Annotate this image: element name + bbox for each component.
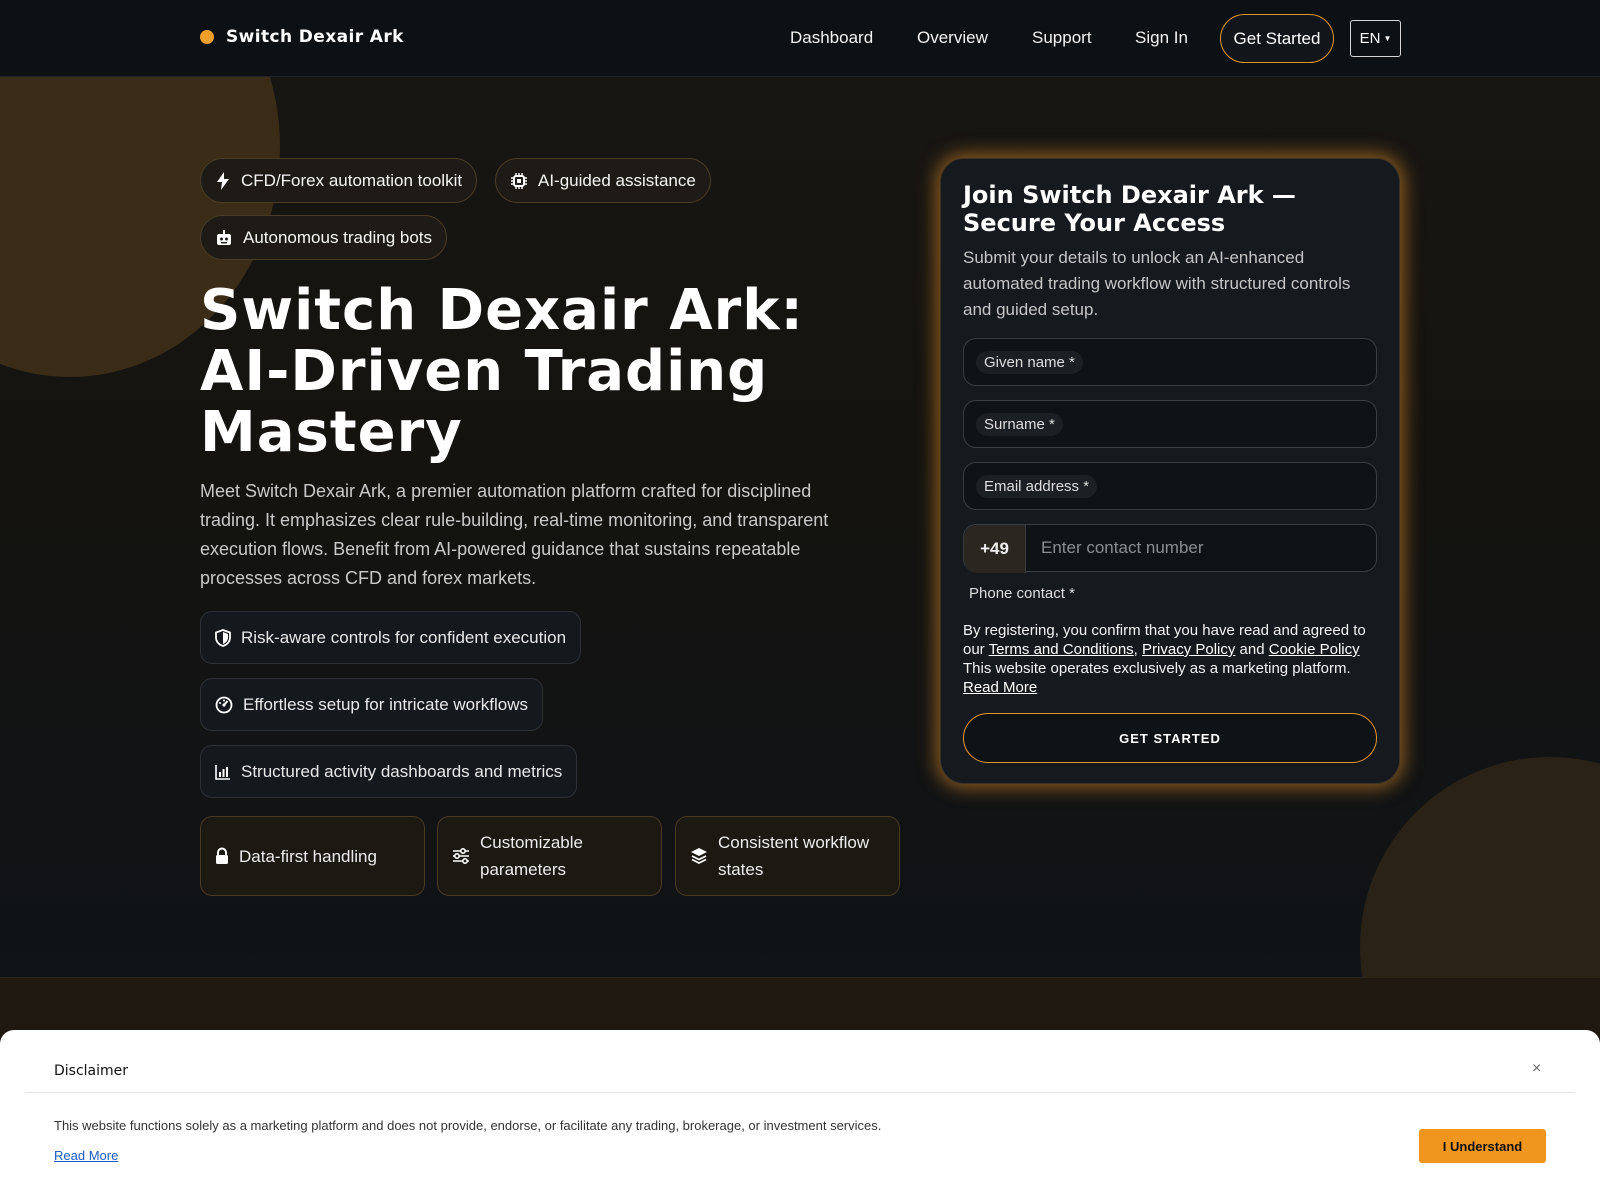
logo-text: Switch Dexair Ark <box>226 27 404 47</box>
sliders-icon <box>453 848 469 864</box>
feature-risk: Risk-aware controls for confident execut… <box>200 611 582 664</box>
nav-sign-in[interactable]: Sign In <box>1135 28 1188 48</box>
logo-dot-icon <box>200 30 214 44</box>
lightning-icon <box>217 171 229 190</box>
email-label: Email address * <box>976 475 1098 498</box>
bar-chart-icon <box>215 764 230 780</box>
given-name-label: Given name * <box>976 351 1083 374</box>
form-submit-button[interactable]: GET STARTED <box>963 713 1377 763</box>
disclaimer-title: Disclaimer <box>54 1063 129 1079</box>
chevron-down-icon: ▼ <box>1383 34 1392 43</box>
badge-ai: AI-guided assistance <box>495 158 711 203</box>
hero-description: Meet Switch Dexair Ark, a premier automa… <box>200 481 829 588</box>
header-get-started-button[interactable]: Get Started <box>1220 14 1334 63</box>
phone-country-code[interactable]: +49 <box>964 525 1026 573</box>
phone-field: +49 <box>963 524 1377 573</box>
privacy-link[interactable]: Privacy Policy <box>1142 641 1235 658</box>
form-title: Join Switch Dexair Ark — Secure Your Acc… <box>963 181 1296 237</box>
terms-link[interactable]: Terms and Conditions <box>989 641 1134 658</box>
logo[interactable]: Switch Dexair Ark <box>200 27 404 47</box>
decorative-circle <box>1360 757 1600 977</box>
nav-dashboard[interactable]: Dashboard <box>790 28 873 48</box>
badge-label: Autonomous trading bots <box>243 227 433 247</box>
email-field[interactable]: Email address * <box>963 462 1377 510</box>
cookie-link[interactable]: Cookie Policy <box>1269 641 1360 658</box>
site-header: Switch Dexair Ark Dashboard Overview Sup… <box>0 0 1600 77</box>
feature-label: Effortless setup for intricate workflows <box>243 694 529 714</box>
feature-label: Structured activity dashboards and metri… <box>241 761 563 781</box>
form-subtitle: Submit your details to unlock an AI-enha… <box>963 248 1351 319</box>
page-title: Switch Dexair Ark: AI-Driven Trading Mas… <box>200 278 804 465</box>
close-icon[interactable]: × <box>1532 1060 1541 1078</box>
tile-label: Consistent workflow states <box>718 833 870 879</box>
given-name-field[interactable]: Given name * <box>963 338 1377 386</box>
signup-form-card: Join Switch Dexair Ark — Secure Your Acc… <box>940 158 1400 784</box>
nav-overview[interactable]: Overview <box>917 28 988 48</box>
phone-input[interactable] <box>1026 525 1376 571</box>
understand-button[interactable]: I Understand <box>1419 1129 1546 1163</box>
badge-label: CFD/Forex automation toolkit <box>241 170 463 190</box>
gauge-icon <box>215 696 233 713</box>
nav-support[interactable]: Support <box>1032 28 1092 48</box>
legal-text: By registering, you confirm that you hav… <box>963 622 1366 696</box>
badge-automation: CFD/Forex automation toolkit <box>200 158 478 203</box>
robot-icon <box>217 229 231 245</box>
chip-icon <box>511 172 527 189</box>
legal-note: This website operates exclusively as a m… <box>963 660 1351 677</box>
disclaimer-banner: Disclaimer × This website functions sole… <box>0 1030 1600 1200</box>
feature-label: Risk-aware controls for confident execut… <box>241 627 567 647</box>
language-label: EN <box>1359 30 1381 47</box>
badge-bots: Autonomous trading bots <box>200 215 448 260</box>
surname-label: Surname * <box>976 413 1063 436</box>
surname-field[interactable]: Surname * <box>963 400 1377 448</box>
shield-icon <box>215 628 231 647</box>
phone-label: Phone contact * <box>969 585 1075 602</box>
disclaimer-text: This website functions solely as a marke… <box>54 1118 882 1133</box>
lock-icon <box>216 847 228 864</box>
tile-data-first: Data-first handling <box>200 816 425 896</box>
language-selector[interactable]: EN ▼ <box>1350 20 1401 57</box>
feature-dashboards: Structured activity dashboards and metri… <box>200 745 578 798</box>
tile-label: Customizable parameters <box>480 833 583 879</box>
read-more-link[interactable]: Read More <box>963 679 1037 696</box>
legal-and: and <box>1239 641 1265 658</box>
divider <box>25 1092 1575 1093</box>
tile-label: Data-first handling <box>239 846 377 866</box>
disclaimer-read-more-link[interactable]: Read More <box>54 1148 118 1163</box>
tile-workflow: Consistent workflow states <box>675 816 900 896</box>
tile-parameters: Customizable parameters <box>437 816 662 896</box>
badge-label: AI-guided assistance <box>538 170 696 190</box>
feature-setup: Effortless setup for intricate workflows <box>200 678 544 731</box>
layers-icon <box>691 848 707 865</box>
